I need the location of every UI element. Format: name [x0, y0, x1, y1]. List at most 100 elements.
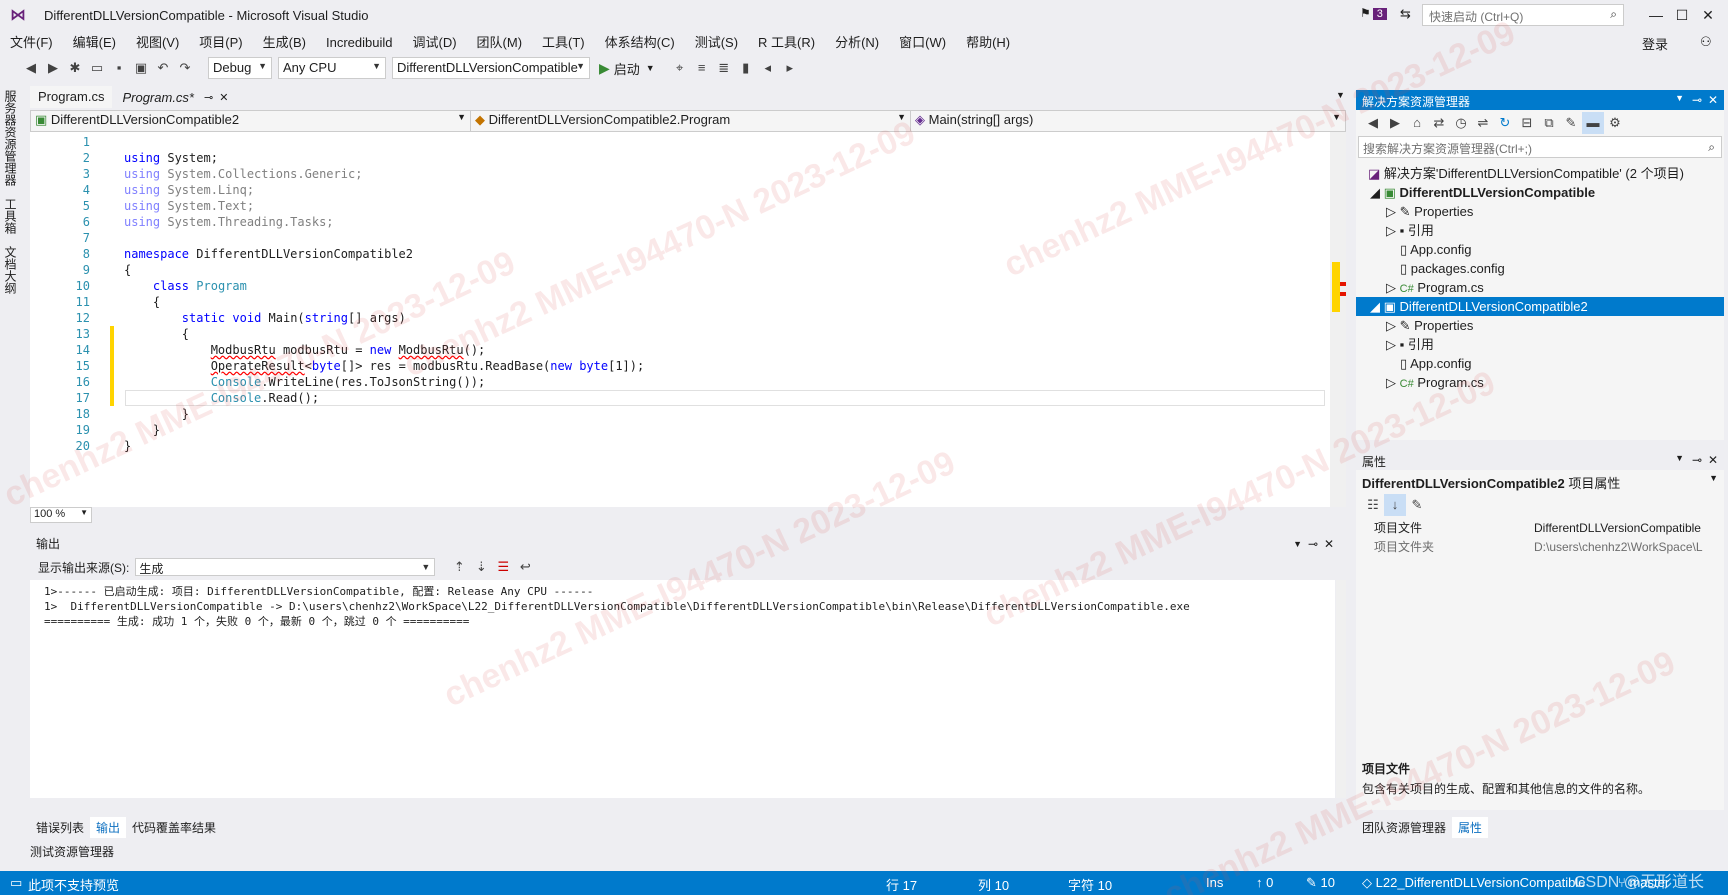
preview-icon[interactable]: ▬	[1582, 112, 1604, 134]
next-bookmark-icon[interactable]: ▸	[779, 57, 801, 79]
account-icon[interactable]: ⚇	[1700, 34, 1712, 50]
menu-debug[interactable]: 调试(D)	[402, 33, 466, 53]
tab-team-explorer[interactable]: 团队资源管理器	[1356, 817, 1452, 838]
solution-platform-dropdown[interactable]: Any CPU ▼	[278, 57, 386, 79]
back-icon[interactable]: ◀	[20, 57, 42, 79]
properties-object-selector[interactable]: DifferentDLLVersionCompatible2 项目属性 ▼	[1356, 470, 1724, 492]
undo-icon[interactable]: ↶	[152, 57, 174, 79]
tab-properties[interactable]: 属性	[1452, 816, 1489, 838]
tree-item-program-cs[interactable]: ▷ C# Program.cs	[1356, 278, 1724, 297]
show-all-files-icon[interactable]: ⧉	[1538, 112, 1560, 134]
save-icon[interactable]: ▪	[108, 57, 130, 79]
property-row[interactable]: 项目文件夹 D:\users\chenhz2\WorkSpace\L	[1374, 537, 1724, 556]
code-editor[interactable]: 1 2 3 4 5 6 7 8 9 10 11 12 13 14 15 16 1…	[30, 132, 1346, 507]
menu-architecture[interactable]: 体系结构(C)	[595, 33, 685, 53]
close-window-button[interactable]: ✕	[1688, 4, 1728, 26]
pending-changes-button[interactable]: ✎ 10	[1306, 875, 1335, 891]
tree-item-packages-config[interactable]: ▯ packages.config	[1356, 259, 1724, 278]
redo-icon[interactable]: ↷	[174, 57, 196, 79]
class-view-icon[interactable]: ⚙	[1604, 112, 1626, 134]
switch-views-icon[interactable]: ⇄	[1428, 112, 1450, 134]
quick-launch-input[interactable]: 快速启动 (Ctrl+Q) ⌕	[1422, 4, 1624, 26]
unpushed-commits-button[interactable]: ↑ 0	[1256, 875, 1273, 890]
test-explorer-tab[interactable]: 测试资源管理器	[30, 843, 114, 860]
property-row[interactable]: 项目文件 DifferentDLLVersionCompatible	[1374, 518, 1724, 537]
menu-tools[interactable]: 工具(T)	[532, 33, 595, 53]
output-text-area[interactable]: 1>------ 已启动生成: 项目: DifferentDLLVersionC…	[30, 580, 1335, 798]
zoom-level-dropdown[interactable]: 100 % ▼	[30, 507, 92, 523]
tree-item-program-cs[interactable]: ▷ C# Program.cs	[1356, 373, 1724, 392]
clear-all-icon[interactable]: ☰	[492, 556, 514, 578]
tree-item-solution[interactable]: ◪ 解决方案'DifferentDLLVersionCompatible' (2…	[1356, 164, 1724, 183]
property-pages-icon[interactable]: ✎	[1406, 494, 1428, 516]
chevron-down-icon[interactable]: ▼	[1675, 453, 1684, 463]
pin-icon[interactable]: ⊸	[204, 91, 213, 104]
close-icon[interactable]: ✕	[1708, 453, 1718, 467]
tab-program-cs-modified[interactable]: Program.cs* ⊸ ✕	[114, 86, 237, 108]
menu-edit[interactable]: 编辑(E)	[63, 33, 126, 53]
save-all-icon[interactable]: ▣	[130, 57, 152, 79]
menu-analyze[interactable]: 分析(N)	[825, 33, 889, 53]
pin-icon[interactable]: ⊸	[1692, 453, 1702, 467]
home-icon[interactable]: ⌂	[1406, 112, 1428, 134]
refresh-icon[interactable]: ↻	[1494, 112, 1516, 134]
output-vertical-scrollbar[interactable]	[1336, 580, 1346, 798]
close-icon[interactable]: ✕	[1324, 537, 1334, 551]
goto-next-icon[interactable]: ⇣	[470, 556, 492, 578]
menu-team[interactable]: 团队(M)	[467, 33, 533, 53]
back-icon[interactable]: ◀	[1362, 112, 1384, 134]
alphabetical-icon[interactable]: ↓	[1384, 494, 1406, 516]
close-icon[interactable]: ✕	[1708, 93, 1718, 107]
document-outline-tab[interactable]: 文档大纲	[0, 240, 21, 300]
member-dropdown[interactable]: ◈ Main(string[] args) ▼	[911, 111, 1345, 131]
pin-icon[interactable]: ⊸	[1308, 537, 1318, 551]
tree-item-properties[interactable]: ▷ ✎ Properties	[1356, 202, 1724, 221]
prev-bookmark-icon[interactable]: ◂	[757, 57, 779, 79]
tab-error-list[interactable]: 错误列表	[30, 817, 90, 838]
tree-item-app-config[interactable]: ▯ App.config	[1356, 240, 1724, 259]
repository-button[interactable]: ◇ L22_DifferentDLLVersionCompatible	[1362, 875, 1585, 891]
find-icon[interactable]: ⌖	[669, 57, 691, 79]
close-icon[interactable]: ✕	[219, 91, 228, 104]
tab-program-cs[interactable]: Program.cs	[30, 86, 113, 108]
tree-item-project-2[interactable]: ◢ ▣ DifferentDLLVersionCompatible2	[1356, 297, 1724, 316]
toolbox-tab[interactable]: 工具箱	[0, 192, 21, 240]
new-project-icon[interactable]: ✱	[64, 57, 86, 79]
menu-build[interactable]: 生成(B)	[253, 33, 316, 53]
output-source-dropdown[interactable]: 生成 ▼	[135, 558, 436, 576]
solution-search-input[interactable]: 搜索解决方案资源管理器(Ctrl+;) ⌕	[1358, 136, 1722, 158]
tab-overflow-chevron-icon[interactable]: ▼	[1336, 90, 1345, 100]
tab-output[interactable]: 输出	[90, 816, 127, 838]
pin-icon[interactable]: ⊸	[1692, 93, 1702, 107]
word-wrap-icon[interactable]: ↩	[514, 556, 536, 578]
history-icon[interactable]: ◷	[1450, 112, 1472, 134]
menu-view[interactable]: 视图(V)	[126, 33, 189, 53]
tree-item-properties[interactable]: ▷ ✎ Properties	[1356, 316, 1724, 335]
forward-icon[interactable]: ▶	[42, 57, 64, 79]
tree-item-references[interactable]: ▷ ▪ 引用	[1356, 221, 1724, 240]
uncomment-icon[interactable]: ≣	[713, 57, 735, 79]
menu-project[interactable]: 项目(P)	[189, 33, 252, 53]
menu-r-tools[interactable]: R 工具(R)	[748, 33, 825, 53]
forward-icon[interactable]: ▶	[1384, 112, 1406, 134]
comment-icon[interactable]: ≡	[691, 57, 713, 79]
menu-window[interactable]: 窗口(W)	[889, 33, 956, 53]
notifications-button[interactable]: ⚑ 3	[1360, 6, 1387, 20]
start-button[interactable]: ▶ 启动 ▼	[599, 59, 655, 78]
sign-in-link[interactable]: 登录	[1642, 34, 1668, 53]
menu-file[interactable]: 文件(F)	[0, 33, 63, 53]
server-explorer-tab[interactable]: 服务器资源管理器	[0, 84, 21, 192]
goto-previous-icon[interactable]: ⇡	[448, 556, 470, 578]
editor-vertical-scrollbar[interactable]	[1330, 132, 1346, 507]
menu-incredibuild[interactable]: Incredibuild	[316, 33, 403, 53]
type-dropdown[interactable]: ◆ DifferentDLLVersionCompatible2.Program…	[471, 111, 911, 131]
open-file-icon[interactable]: ▭	[86, 57, 108, 79]
categorized-icon[interactable]: ☷	[1362, 494, 1384, 516]
menu-test[interactable]: 测试(S)	[685, 33, 748, 53]
tree-item-references[interactable]: ▷ ▪ 引用	[1356, 335, 1724, 354]
startup-project-dropdown[interactable]: DifferentDLLVersionCompatible ▼	[392, 57, 590, 79]
chevron-down-icon[interactable]: ▼	[1293, 539, 1302, 549]
tree-item-project-1[interactable]: ◢ ▣ DifferentDLLVersionCompatible	[1356, 183, 1724, 202]
sync-icon[interactable]: ⇌	[1472, 112, 1494, 134]
chevron-down-icon[interactable]: ▼	[1675, 93, 1684, 103]
